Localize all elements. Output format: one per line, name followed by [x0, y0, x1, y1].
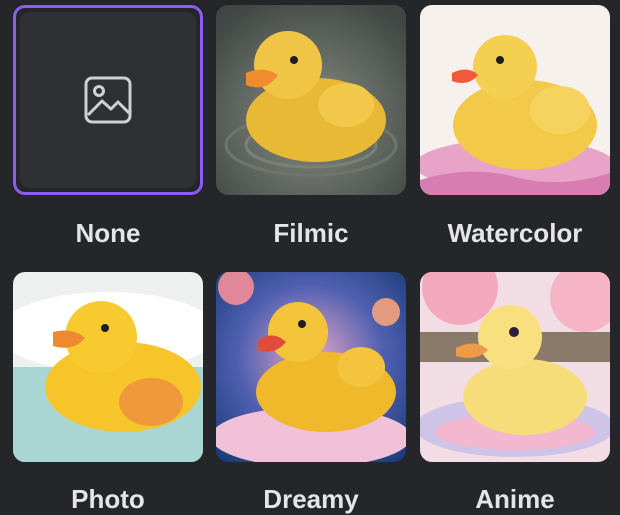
style-option-filmic[interactable]: [216, 5, 406, 195]
anime-duck-thumbnail: [420, 272, 610, 462]
style-label-photo: Photo: [71, 484, 145, 514]
style-label-dreamy: Dreamy: [263, 484, 359, 514]
filmic-duck-thumbnail: [216, 5, 406, 195]
style-label-none: None: [75, 218, 141, 248]
dreamy-duck-thumbnail: [216, 272, 406, 462]
style-label-filmic: Filmic: [273, 218, 349, 248]
image-placeholder-icon: [84, 76, 132, 124]
none-tile-body: [20, 12, 196, 188]
style-option-anime[interactable]: [420, 272, 610, 462]
style-label-anime: Anime: [475, 484, 555, 514]
style-option-none[interactable]: [13, 5, 203, 195]
watercolor-duck-thumbnail: [420, 5, 610, 195]
style-option-dreamy[interactable]: [216, 272, 406, 462]
style-option-watercolor[interactable]: [420, 5, 610, 195]
style-option-photo[interactable]: [13, 272, 203, 462]
photo-duck-thumbnail: [13, 272, 203, 462]
style-label-watercolor: Watercolor: [447, 218, 583, 248]
